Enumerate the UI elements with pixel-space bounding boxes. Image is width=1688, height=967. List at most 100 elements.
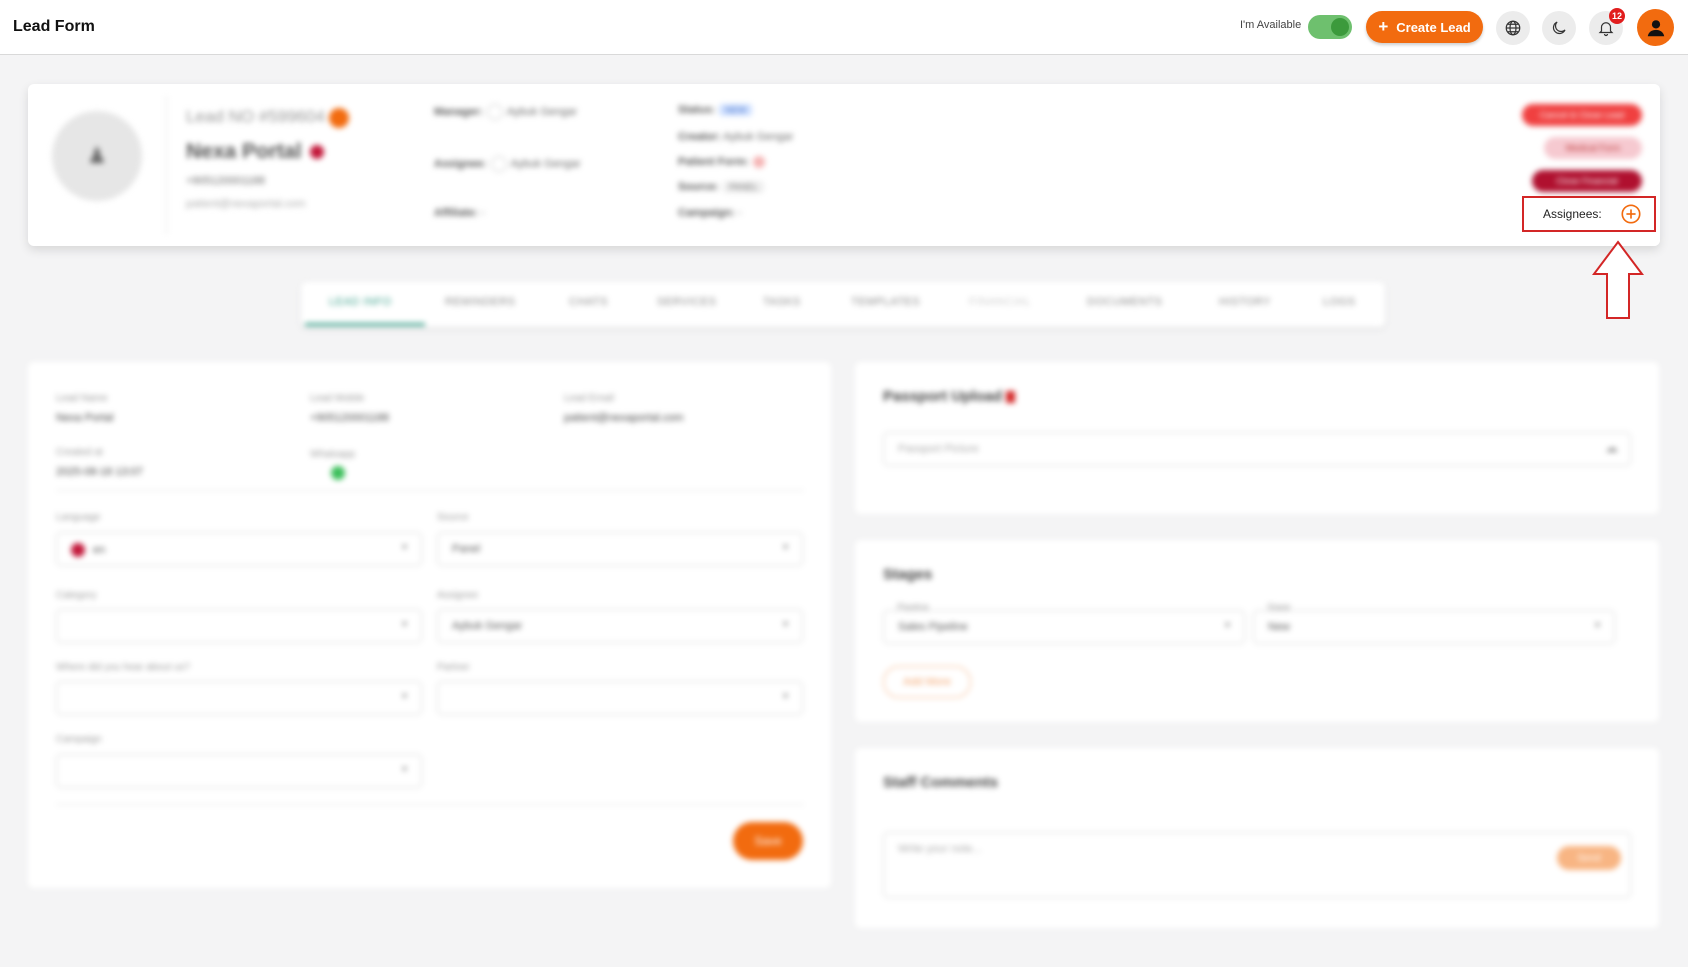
assignee-name: Aybuk Gengar [510, 157, 581, 170]
campaign-value: - [737, 207, 742, 219]
toggle-knob [1331, 18, 1349, 36]
passport-upload-card: Passport Upload Passport Picture ☁ [855, 362, 1659, 514]
campaign-row: Campaign: - [678, 207, 742, 219]
passport-title: Passport Upload [883, 388, 1016, 405]
lead-number: Lead NO #599604 [186, 107, 349, 128]
assignees-label: Assignees: [1543, 207, 1602, 221]
pipeline-select[interactable]: Sales Pipeline ▼ [883, 610, 1245, 644]
top-bar: Lead Form I'm Available + Create Lead 12 [0, 0, 1688, 55]
tab-chats[interactable]: CHATS [569, 296, 608, 308]
source-value: Panel [452, 543, 481, 555]
partner-select[interactable]: ▼ [437, 681, 803, 715]
source-label: Source [437, 512, 469, 523]
divider [56, 804, 804, 805]
creator-value: Aybuk Gengar [723, 131, 794, 143]
chevron-down-icon: ▼ [781, 619, 790, 629]
assignee-row: Assignee: Aybuk Gengar [434, 156, 581, 172]
assignee-label: Assignee: [434, 157, 487, 170]
cancel-close-lead-button[interactable]: Cancel & Close Lead [1522, 104, 1642, 126]
hear-about-select[interactable]: ▼ [56, 681, 422, 715]
source-label: Source: [678, 181, 719, 193]
source-select[interactable]: Panel ▼ [437, 532, 803, 566]
assignees-highlight: Assignees: [1522, 196, 1656, 232]
chevron-down-icon: ▼ [781, 542, 790, 552]
add-assignee-icon[interactable] [1620, 203, 1642, 225]
tab-logs[interactable]: LOGS [1323, 296, 1356, 308]
campaign-select[interactable]: ▼ [56, 754, 422, 788]
manager-row: Manager: Aybuk Gengar [434, 104, 577, 120]
tab-reminders[interactable]: REMINDERS [445, 296, 516, 308]
passport-placeholder: Passport Picture [898, 443, 979, 455]
create-lead-label: Create Lead [1396, 19, 1471, 35]
lead-tabs: LEAD INFO REMINDERS CHATS SERVICES TASKS… [301, 282, 1385, 327]
upload-icon: ☁ [1605, 440, 1618, 455]
whatsapp-icon[interactable] [331, 466, 345, 480]
lead-mobile-value: +905120001188 [310, 412, 390, 424]
medical-form-button[interactable]: Medical Form [1544, 137, 1642, 159]
comments-title: Staff Comments [883, 774, 999, 791]
status-label: Status: [678, 104, 716, 116]
plus-icon: + [1378, 17, 1389, 36]
lead-name-text: Nexa Portal [186, 140, 302, 163]
tab-services[interactable]: SERVICES [657, 296, 716, 308]
lead-header-card: ♟ Lead NO #599604 Nexa Portal +905120001… [28, 84, 1660, 246]
assignee-select[interactable]: Aybuk Gengar ▼ [437, 609, 803, 643]
comment-textarea[interactable]: Write your note... [883, 832, 1631, 898]
availability-toggle[interactable] [1308, 15, 1352, 39]
tab-templates[interactable]: TEMPLATES [851, 296, 920, 308]
creator-row: Creator: Aybuk Gengar [678, 131, 793, 143]
user-icon: ♟ [87, 143, 107, 168]
create-lead-button[interactable]: + Create Lead [1366, 11, 1483, 43]
source-badge: PANEL [722, 181, 764, 193]
close-financial-button[interactable]: Close Financial [1532, 170, 1642, 192]
assignee-label: Assignee [437, 590, 479, 601]
chevron-down-icon: ▼ [1223, 620, 1232, 630]
language-button[interactable] [1496, 11, 1530, 45]
tab-tasks[interactable]: TASKS [763, 296, 801, 308]
active-tab-indicator [305, 323, 425, 326]
callout-arrow-icon [1592, 240, 1644, 319]
tab-financial[interactable]: FINANCIAL [969, 296, 1031, 308]
tab-history[interactable]: HISTORY [1219, 296, 1271, 308]
theme-toggle-button[interactable] [1542, 11, 1576, 45]
lead-info-form: Lead Name Nexa Portal Lead Mobile +90512… [28, 362, 831, 888]
created-at-value: 2025-08-18 13:07 [56, 466, 143, 478]
moon-icon [1552, 21, 1566, 35]
flag-icon [309, 145, 324, 160]
stage-select[interactable]: New ▼ [1253, 610, 1615, 644]
notification-badge: 12 [1608, 8, 1625, 24]
assignee-value: Aybuk Gengar [452, 620, 523, 632]
divider [166, 96, 167, 234]
lead-email-value: patient@nexaportal.com [564, 412, 684, 424]
tab-lead-info[interactable]: LEAD INFO [329, 296, 392, 308]
add-more-button[interactable]: Add More [883, 666, 971, 698]
header-action-buttons: Cancel & Close Lead Medical Form Close F… [1500, 84, 1660, 194]
chevron-down-icon: ▼ [400, 619, 409, 629]
affiliate-row: Affiliate: - [434, 207, 485, 219]
language-select[interactable]: en ▼ [56, 532, 422, 566]
flag-icon [71, 543, 85, 557]
manager-name: Aybuk Gengar [506, 105, 578, 118]
send-button[interactable]: Send [1557, 846, 1621, 870]
lead-name: Nexa Portal [186, 140, 324, 164]
stage-value: New [1268, 621, 1291, 633]
divider [56, 490, 804, 491]
user-avatar[interactable] [1637, 9, 1674, 46]
lead-email-label: Lead Email [564, 393, 615, 404]
category-select[interactable]: ▼ [56, 609, 422, 643]
notifications-button[interactable]: 12 [1589, 8, 1625, 45]
page-title: Lead Form [13, 18, 95, 35]
save-button[interactable]: Save [733, 822, 803, 860]
status-row: Status: NEW [678, 104, 753, 116]
lead-name-value: Nexa Portal [56, 412, 114, 424]
status-badge: NEW [719, 104, 753, 116]
tab-documents[interactable]: DOCUMENTS [1087, 296, 1162, 308]
availability-label: I'm Available [1240, 19, 1302, 31]
affiliate-label: Affiliate: [434, 207, 478, 219]
passport-input[interactable]: Passport Picture ☁ [883, 432, 1631, 466]
lead-mobile-label: Lead Mobile [310, 393, 365, 404]
lead-avatar: ♟ [52, 111, 142, 201]
stages-title: Stages [883, 566, 933, 583]
affiliate-value: - [481, 207, 485, 219]
campaign-label: Campaign [56, 734, 102, 745]
